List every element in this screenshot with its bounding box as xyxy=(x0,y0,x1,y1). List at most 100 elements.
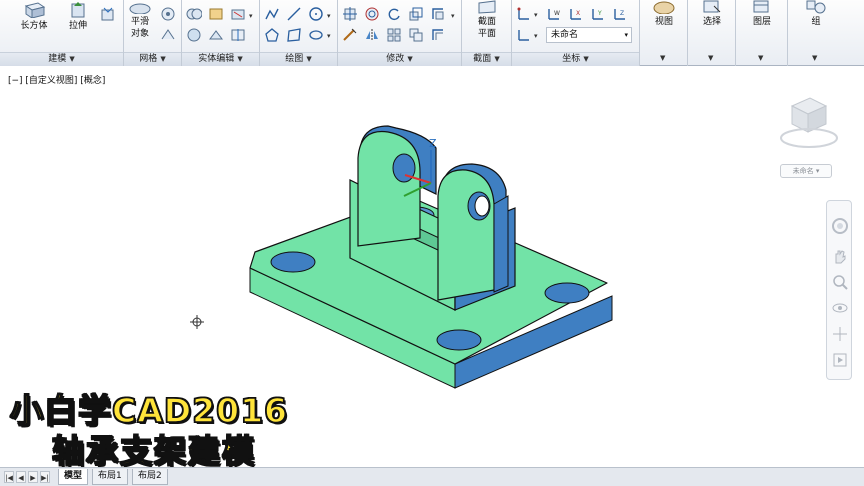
slice-icon[interactable] xyxy=(230,27,246,43)
overlay-title-line2: 轴承支架建模 xyxy=(51,431,257,471)
play-icon[interactable] xyxy=(831,351,849,369)
draw-more-1[interactable]: ▾ xyxy=(327,12,331,20)
right-ear-outer-face xyxy=(493,195,509,293)
align-icon[interactable] xyxy=(430,6,446,22)
layers-dropdown[interactable]: ▼ xyxy=(758,54,763,62)
panel-solid-edit: ▾ 实体编辑 ▼ xyxy=(182,0,260,66)
tab-last-button[interactable]: ▶| xyxy=(40,471,50,483)
group-icon xyxy=(806,0,826,14)
polyline-icon[interactable] xyxy=(264,6,280,22)
panel-mesh-title[interactable]: 网格 ▼ xyxy=(124,52,181,66)
ucs-origin-icon[interactable] xyxy=(516,27,532,43)
box-button[interactable]: 长方体 xyxy=(14,2,54,32)
panel-solid-edit-title[interactable]: 实体编辑 ▼ xyxy=(182,52,259,66)
panel-modeling-title[interactable]: 建模 ▼ xyxy=(0,52,123,66)
box-button-label: 长方体 xyxy=(20,21,48,31)
ucs-world-icon[interactable]: W xyxy=(546,6,562,22)
circle-icon[interactable] xyxy=(308,6,324,22)
base-hole-right xyxy=(544,282,590,304)
layers-button[interactable]: 图层 xyxy=(744,0,780,28)
panel-modify-title-text: 修改 xyxy=(386,54,405,64)
tab-next-button[interactable]: ▶ xyxy=(28,471,38,483)
section-line2: 平面 xyxy=(477,29,496,39)
rectangle-icon[interactable] xyxy=(286,27,302,43)
tab-model[interactable]: 模型 xyxy=(58,469,89,485)
pan-hand-icon[interactable] xyxy=(831,247,849,265)
select-dropdown[interactable]: ▼ xyxy=(708,54,713,62)
view-dropdown[interactable]: ▼ xyxy=(660,54,665,62)
draw-more-2[interactable]: ▾ xyxy=(327,32,331,40)
modeling-tool-icon[interactable] xyxy=(100,6,116,22)
layout-tab-bar: |◀ ◀ ▶ ▶| 模型 布局1 布局2 xyxy=(0,467,864,486)
ribbon: 长方体 拉伸 建模 ▼ 平滑 对象 网格 ▼ ▾ 实体编辑 ▼ ▾ ▾ 绘图 ▼… xyxy=(0,0,864,66)
section-plane-button[interactable]: 截面 平面 xyxy=(468,0,506,40)
showmotion-icon[interactable] xyxy=(831,325,849,343)
tab-prev-button[interactable]: ◀ xyxy=(16,471,26,483)
mesh-refine-icon[interactable] xyxy=(160,6,176,22)
panel-draw-title[interactable]: 绘图 ▼ xyxy=(260,52,337,66)
union-icon[interactable] xyxy=(186,6,202,22)
ucs-y-icon[interactable]: Y xyxy=(590,6,606,22)
fillet-icon[interactable] xyxy=(342,27,358,43)
panel-draw: ▾ ▾ 绘图 ▼ xyxy=(260,0,338,66)
panel-modeling-arrow: ▼ xyxy=(69,55,75,63)
shell-icon[interactable] xyxy=(208,27,224,43)
panel-section-title[interactable]: 截面 ▼ xyxy=(462,52,511,66)
group-button[interactable]: 组 xyxy=(798,0,834,28)
mirror-3d-icon[interactable] xyxy=(364,27,380,43)
copy-icon[interactable] xyxy=(408,27,424,43)
cursor-icon xyxy=(190,315,204,329)
group-dropdown[interactable]: ▼ xyxy=(812,54,817,62)
extrude-icon xyxy=(71,2,85,18)
rotate-3d-icon[interactable] xyxy=(364,6,380,22)
tab-layout1[interactable]: 布局1 xyxy=(92,469,128,485)
extrude-button[interactable]: 拉伸 xyxy=(60,2,96,32)
zoom-icon[interactable] xyxy=(831,273,849,291)
solid-edit-more[interactable]: ▾ xyxy=(249,12,253,20)
right-ear-front xyxy=(437,169,495,301)
ucs-x-icon[interactable]: X xyxy=(568,6,584,22)
polygon-icon[interactable] xyxy=(264,27,280,43)
panel-section-title-text: 截面 xyxy=(473,54,492,64)
panel-modeling: 长方体 拉伸 建模 ▼ xyxy=(0,0,124,66)
offset-icon[interactable] xyxy=(430,27,446,43)
smooth-object-button[interactable]: 平滑 对象 xyxy=(126,0,154,40)
interfere-icon[interactable] xyxy=(186,27,202,43)
steering-wheel-icon[interactable] xyxy=(831,217,849,235)
array-icon[interactable] xyxy=(386,27,402,43)
viewcube[interactable] xyxy=(778,92,838,162)
view-button[interactable]: 视图 xyxy=(646,0,682,28)
panel-mesh: 平滑 对象 网格 ▼ xyxy=(124,0,182,66)
modify-more-1[interactable]: ▾ xyxy=(451,12,455,20)
overlay-title-line1: 小白学CAD2016 xyxy=(9,390,288,431)
rotate-icon[interactable] xyxy=(386,6,402,22)
select-button[interactable]: 选择 xyxy=(694,0,730,28)
ucs-dropdown[interactable]: ▾ xyxy=(534,11,538,19)
section-line1: 截面 xyxy=(477,17,496,27)
panel-coordinates-title[interactable]: 坐标 ▼ xyxy=(512,52,639,66)
line-icon[interactable] xyxy=(286,6,302,22)
scale-icon[interactable] xyxy=(408,6,424,22)
panel-group: 组 ▼ xyxy=(788,0,864,66)
tab-layout2[interactable]: 布局2 xyxy=(132,469,168,485)
layers-icon xyxy=(753,0,769,13)
subtract-icon[interactable] xyxy=(208,6,224,22)
base-hole-left xyxy=(270,251,316,273)
ucs-origin-dropdown[interactable]: ▾ xyxy=(534,32,538,40)
move-icon[interactable] xyxy=(342,6,358,22)
right-ear-hole-inner xyxy=(474,195,490,217)
ellipse-icon[interactable] xyxy=(308,27,324,43)
panel-modify-title[interactable]: 修改 ▼ xyxy=(338,52,461,66)
ucs-icon[interactable] xyxy=(516,6,532,22)
wcs-selector[interactable]: 未命名 ▾ xyxy=(780,164,832,178)
intersect-icon[interactable] xyxy=(230,6,246,22)
orbit-icon[interactable] xyxy=(831,299,849,317)
ucs-z-icon[interactable]: Z xyxy=(612,6,628,22)
panel-draw-arrow: ▼ xyxy=(306,55,312,63)
smooth-line1: 平滑 xyxy=(130,17,149,27)
tab-first-button[interactable]: |◀ xyxy=(4,471,14,483)
ucs-named-select[interactable]: 未命名 ▾ xyxy=(546,27,632,43)
smooth-object-icon xyxy=(129,3,151,14)
mesh-crease-icon[interactable] xyxy=(160,27,176,43)
svg-text:Y: Y xyxy=(597,10,602,17)
